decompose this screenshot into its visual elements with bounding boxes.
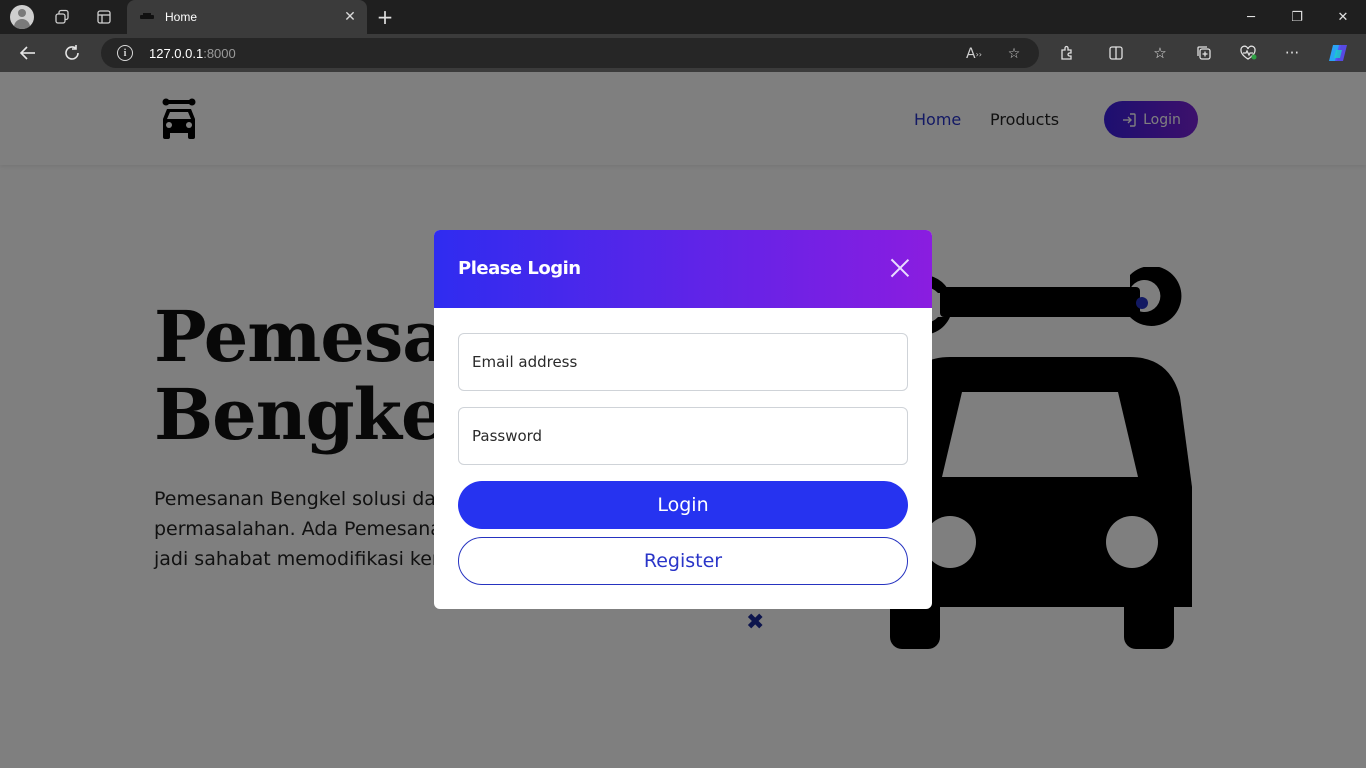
password-field-label: Password — [472, 427, 543, 445]
browser-tab-home[interactable]: Home ✕ — [127, 0, 367, 34]
more-menu-icon[interactable]: ··· — [1281, 42, 1303, 64]
car-favicon-icon — [139, 9, 155, 25]
copilot-icon[interactable] — [1327, 42, 1349, 64]
close-window-button[interactable]: ✕ — [1320, 0, 1366, 34]
address-bar[interactable]: i 127.0.0.1:8000 A ›› ☆ — [101, 38, 1039, 68]
profile-avatar[interactable] — [10, 5, 34, 29]
refresh-icon[interactable] — [58, 40, 86, 66]
login-modal: Please Login Email address Password Logi… — [434, 230, 932, 609]
split-screen-icon[interactable] — [1105, 42, 1127, 64]
login-button[interactable]: Login — [458, 481, 908, 529]
password-field[interactable]: Password — [458, 407, 908, 465]
minimize-button[interactable]: ─ — [1228, 0, 1274, 34]
modal-header: Please Login — [434, 230, 932, 308]
close-icon[interactable] — [890, 258, 910, 278]
register-button[interactable]: Register — [458, 537, 908, 585]
tab-title: Home — [165, 10, 198, 24]
email-field[interactable]: Email address — [458, 333, 908, 391]
favorites-icon[interactable]: ☆ — [1149, 42, 1171, 64]
workspaces-icon[interactable] — [49, 5, 75, 29]
extensions-icon[interactable] — [1056, 42, 1078, 64]
browser-toolbar: i 127.0.0.1:8000 A ›› ☆ ☆ ··· — [0, 34, 1366, 72]
collections-icon[interactable] — [1193, 42, 1215, 64]
tab-close-icon[interactable]: ✕ — [341, 8, 359, 26]
modal-title: Please Login — [458, 258, 581, 279]
back-arrow-icon[interactable] — [14, 40, 42, 66]
tab-actions-icon[interactable] — [91, 5, 117, 29]
read-aloud-icon[interactable]: A ›› — [965, 45, 983, 63]
favorite-star-icon[interactable]: ☆ — [1005, 45, 1023, 63]
maximize-button[interactable]: ❐ — [1274, 0, 1320, 34]
site-info-icon[interactable]: i — [117, 45, 133, 61]
new-tab-button[interactable]: + — [374, 5, 396, 29]
email-field-label: Email address — [472, 353, 578, 371]
browser-essentials-icon[interactable] — [1237, 42, 1259, 64]
browser-titlebar: Home ✕ + ─ ❐ ✕ — [0, 0, 1366, 34]
url-text: 127.0.0.1:8000 — [149, 45, 236, 61]
